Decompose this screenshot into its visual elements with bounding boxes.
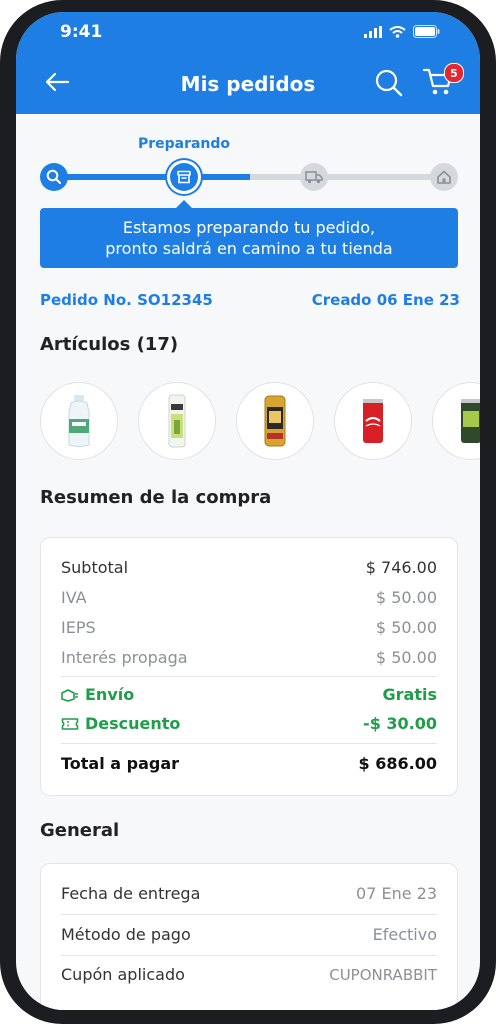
cart-badge: 5 xyxy=(444,63,464,83)
payment-method-label: Método de pago xyxy=(61,925,191,944)
summary-card: Subtotal $ 746.00 IVA $ 50.00 IEPS $ 50.… xyxy=(40,537,458,796)
current-step-label: Preparando xyxy=(137,136,231,152)
total-label: Total a pagar xyxy=(61,754,180,773)
ieps-row: IEPS $ 50.00 xyxy=(61,618,437,637)
coupon-row: Cupón aplicado CUPONRABBIT xyxy=(61,965,437,984)
status-icons xyxy=(364,25,440,38)
search-icon[interactable] xyxy=(374,68,404,98)
coupon-label: Cupón aplicado xyxy=(61,965,185,984)
discount-label: Descuento xyxy=(85,714,181,733)
status-time: 9:41 xyxy=(60,22,103,42)
shipping-label: Envío xyxy=(85,685,135,704)
divider xyxy=(61,743,437,744)
side-button xyxy=(0,170,4,210)
screen: 9:41 Mis pedidos 5 Preparando Estamos pr… xyxy=(16,12,480,1010)
total-value: $ 686.00 xyxy=(358,754,437,773)
payment-method-row: Método de pago Efectivo xyxy=(61,925,437,944)
home-icon xyxy=(437,170,451,184)
wifi-icon xyxy=(389,25,406,38)
iva-label: IVA xyxy=(61,588,87,607)
order-detail: Preparando Estamos preparando tu pedido,… xyxy=(16,114,480,1010)
ieps-label: IEPS xyxy=(61,618,96,637)
side-button xyxy=(0,240,4,310)
general-title: General xyxy=(40,820,120,841)
iva-value: $ 50.00 xyxy=(375,588,437,607)
step-preparing xyxy=(170,163,198,191)
helix-can-image xyxy=(168,394,186,448)
beer-can-image xyxy=(264,395,286,447)
step-search xyxy=(40,163,68,191)
coupon-ticket-icon xyxy=(61,717,79,730)
status-message-line: Estamos preparando tu pedido, xyxy=(122,218,376,237)
delivery-date-value: 07 Ene 23 xyxy=(356,884,437,903)
discount-value: -$ 30.00 xyxy=(363,714,437,733)
status-message: Estamos preparando tu pedido, pronto sal… xyxy=(40,208,458,268)
battery-icon xyxy=(413,25,440,38)
truck-icon xyxy=(305,171,323,184)
progress-track-done xyxy=(54,174,250,180)
iva-row: IVA $ 50.00 xyxy=(61,588,437,607)
divider xyxy=(61,955,437,956)
cola-can-image xyxy=(363,399,383,443)
general-card: Fecha de entrega 07 Ene 23 Método de pag… xyxy=(40,863,458,1010)
payment-method-value: Efectivo xyxy=(372,925,437,944)
page-title: Mis pedidos xyxy=(180,72,316,96)
delivery-date-row: Fecha de entrega 07 Ene 23 xyxy=(61,884,437,903)
shipping-box-icon xyxy=(61,688,78,702)
delivery-date-label: Fecha de entrega xyxy=(61,884,201,903)
divider xyxy=(61,676,437,677)
archive-box-icon xyxy=(177,170,191,184)
step-shipping xyxy=(300,163,328,191)
water-bottle-image xyxy=(68,395,90,447)
progress-track-pending xyxy=(250,174,438,180)
product-thumb[interactable] xyxy=(40,382,118,460)
product-thumb[interactable] xyxy=(236,382,314,460)
interest-value: $ 50.00 xyxy=(375,648,437,667)
products-carousel[interactable] xyxy=(40,382,480,464)
status-message-line: pronto saldrá en camino a tu tienda xyxy=(105,239,393,258)
interest-label: Interés propaga xyxy=(61,648,188,667)
step-delivered xyxy=(430,163,458,191)
subtotal-row: Subtotal $ 746.00 xyxy=(61,558,437,577)
signal-icon xyxy=(364,25,382,38)
coupon-value: CUPONRABBIT xyxy=(329,965,437,984)
discount-row: Descuento -$ 30.00 xyxy=(61,714,437,733)
interest-row: Interés propaga $ 50.00 xyxy=(61,648,437,667)
order-number: Pedido No. SO12345 xyxy=(40,291,213,309)
shipping-value: Gratis xyxy=(382,685,437,704)
ieps-value: $ 50.00 xyxy=(375,618,437,637)
divider xyxy=(61,914,437,915)
product-thumb[interactable] xyxy=(432,382,480,460)
app-header: 9:41 Mis pedidos 5 xyxy=(16,12,480,114)
search-icon xyxy=(46,169,61,184)
info-pointer xyxy=(176,200,192,208)
total-row: Total a pagar $ 686.00 xyxy=(61,754,437,773)
order-created-date: Creado 06 Ene 23 xyxy=(311,291,460,309)
product-thumb[interactable] xyxy=(334,382,412,460)
subtotal-value: $ 746.00 xyxy=(365,558,437,577)
articles-title: Artículos (17) xyxy=(40,334,179,355)
shipping-row: Envío Gratis xyxy=(61,685,437,704)
summary-title: Resumen de la compra xyxy=(40,487,272,508)
lime-can-image xyxy=(461,399,480,443)
product-thumb[interactable] xyxy=(138,382,216,460)
subtotal-label: Subtotal xyxy=(61,558,129,577)
